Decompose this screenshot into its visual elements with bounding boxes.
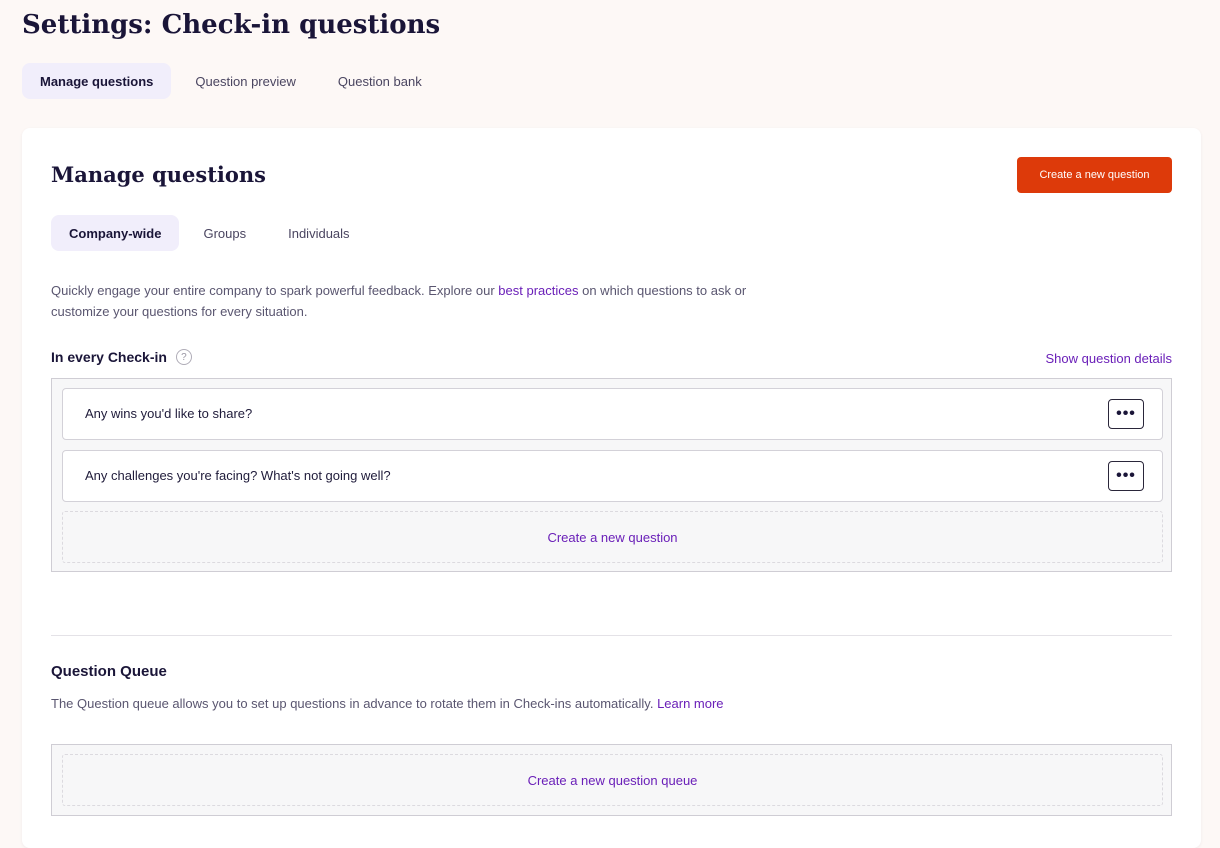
- scope-tabs: Company-wide Groups Individuals: [51, 215, 368, 251]
- help-icon[interactable]: ?: [175, 349, 192, 365]
- every-checkin-question-list: Any wins you'd like to share? ••• Any ch…: [51, 378, 1172, 572]
- intro-text: Quickly engage your entire company to sp…: [51, 280, 791, 322]
- best-practices-link[interactable]: best practices: [498, 283, 578, 298]
- question-text: Any wins you'd like to share?: [85, 406, 253, 421]
- tab-manage-questions[interactable]: Manage questions: [22, 63, 172, 99]
- question-queue-description-text: The Question queue allows you to set up …: [51, 696, 654, 711]
- tab-question-preview[interactable]: Question preview: [177, 63, 313, 99]
- top-tabs: Manage questions Question preview Questi…: [22, 63, 440, 99]
- every-checkin-label-text: In every Check-in: [51, 349, 167, 365]
- manage-questions-card: Manage questions Create a new question C…: [22, 128, 1201, 848]
- section-divider: [51, 635, 1172, 636]
- question-queue-description: The Question queue allows you to set up …: [51, 696, 724, 711]
- more-options-icon[interactable]: •••: [1108, 461, 1144, 491]
- tab-question-bank[interactable]: Question bank: [320, 63, 440, 99]
- tab-groups[interactable]: Groups: [185, 215, 264, 251]
- intro-text-start: Quickly engage your entire company to sp…: [51, 283, 499, 298]
- question-queue-list: Create a new question queue: [51, 744, 1172, 816]
- show-question-details-link[interactable]: Show question details: [1046, 351, 1172, 366]
- tab-company-wide[interactable]: Company-wide: [51, 215, 180, 251]
- card-title: Manage questions: [51, 162, 266, 187]
- question-queue-title: Question Queue: [51, 663, 167, 680]
- learn-more-link[interactable]: Learn more: [657, 696, 723, 711]
- more-options-icon[interactable]: •••: [1108, 399, 1144, 429]
- page-title: Settings: Check-in questions: [22, 10, 441, 40]
- tab-individuals[interactable]: Individuals: [270, 215, 367, 251]
- every-checkin-label: In every Check-in ?: [51, 349, 192, 365]
- create-question-inline-button[interactable]: Create a new question: [62, 511, 1163, 563]
- create-question-button[interactable]: Create a new question: [1017, 157, 1172, 193]
- question-row: Any wins you'd like to share? •••: [62, 388, 1163, 440]
- create-question-queue-button[interactable]: Create a new question queue: [62, 754, 1163, 806]
- question-row: Any challenges you're facing? What's not…: [62, 450, 1163, 502]
- question-text: Any challenges you're facing? What's not…: [85, 468, 391, 483]
